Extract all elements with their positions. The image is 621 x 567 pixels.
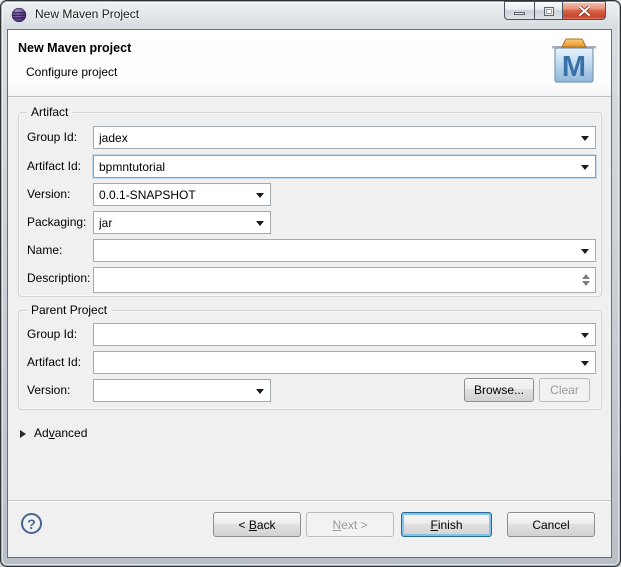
next-label-post: ext > — [341, 518, 367, 532]
parent-artifact-id-input[interactable] — [94, 352, 577, 373]
expander-collapsed-icon — [20, 430, 26, 438]
wizard-subtitle: Configure project — [26, 65, 117, 79]
advanced-label-pre: Ad — [34, 426, 49, 440]
finish-label-post: inish — [438, 518, 463, 532]
description-label: Description: — [27, 267, 90, 290]
dropdown-arrow-icon[interactable] — [581, 249, 589, 254]
dropdown-arrow-icon[interactable] — [581, 361, 589, 366]
finish-label-mnemonic: F — [430, 518, 437, 532]
maven-wizard-icon: M — [549, 35, 599, 87]
name-label: Name: — [27, 239, 62, 262]
name-input[interactable] — [94, 240, 577, 261]
artifact-id-label: Artifact Id: — [27, 155, 81, 178]
advanced-expander[interactable]: Advanced — [20, 425, 87, 441]
artifact-id-combo[interactable] — [93, 155, 596, 178]
browse-button[interactable]: Browse... — [464, 378, 534, 402]
parent-group-id-combo[interactable] — [93, 323, 596, 346]
version-combo[interactable] — [93, 183, 271, 206]
parent-artifact-id-label: Artifact Id: — [27, 351, 81, 374]
version-input[interactable] — [94, 184, 252, 205]
parent-group-id-input[interactable] — [94, 324, 577, 345]
back-button[interactable]: < Back — [213, 512, 301, 537]
parent-version-input[interactable] — [94, 380, 252, 401]
dropdown-arrow-icon[interactable] — [581, 136, 589, 141]
packaging-combo[interactable] — [93, 211, 271, 234]
footer-separator — [8, 500, 611, 501]
parent-group-id-label: Group Id: — [27, 323, 77, 346]
parent-version-label: Version: — [27, 379, 70, 402]
next-button[interactable]: Next > — [306, 512, 394, 537]
artifact-group: Artifact Group Id: Artifact Id: Version:… — [18, 112, 602, 297]
new-maven-project-dialog: New Maven Project New Maven project Conf… — [0, 0, 621, 567]
back-label: < — [238, 518, 248, 532]
parent-artifact-id-combo[interactable] — [93, 351, 596, 374]
parent-version-combo[interactable] — [93, 379, 271, 402]
clear-button[interactable]: Clear — [539, 378, 590, 402]
maximize-icon — [544, 7, 554, 16]
group-id-input[interactable] — [94, 127, 577, 148]
artifact-legend: Artifact — [27, 105, 72, 119]
caption-buttons — [504, 1, 606, 20]
description-input[interactable] — [94, 268, 577, 292]
dropdown-arrow-icon[interactable] — [256, 193, 264, 198]
scroll-down-icon[interactable] — [582, 281, 590, 286]
artifact-id-input[interactable] — [94, 156, 577, 177]
scroll-up-icon[interactable] — [582, 274, 590, 279]
help-icon: ? — [27, 516, 36, 532]
packaging-label: Packaging: — [27, 211, 86, 234]
titlebar[interactable]: New Maven Project — [0, 0, 621, 29]
back-label-post: ack — [257, 518, 276, 532]
dropdown-arrow-icon[interactable] — [581, 165, 589, 170]
version-label: Version: — [27, 183, 70, 206]
wizard-title: New Maven project — [18, 41, 131, 55]
dropdown-arrow-icon[interactable] — [256, 221, 264, 226]
dropdown-arrow-icon[interactable] — [581, 333, 589, 338]
packaging-input[interactable] — [94, 212, 252, 233]
dialog-client-area: New Maven project Configure project — [7, 29, 612, 558]
back-label-mnemonic: B — [249, 518, 257, 532]
name-combo[interactable] — [93, 239, 596, 262]
close-button[interactable] — [563, 1, 606, 20]
description-field[interactable] — [93, 267, 596, 293]
advanced-label-post: anced — [55, 426, 88, 440]
parent-project-group: Parent Project Group Id: Artifact Id: Ve… — [18, 310, 602, 410]
parent-project-legend: Parent Project — [27, 303, 111, 317]
cancel-button[interactable]: Cancel — [507, 512, 595, 537]
group-id-combo[interactable] — [93, 126, 596, 149]
wizard-header: New Maven project Configure project — [8, 30, 611, 97]
dropdown-arrow-icon[interactable] — [256, 389, 264, 394]
minimize-icon — [514, 12, 525, 15]
window-title: New Maven Project — [35, 0, 139, 29]
next-label-mnemonic: N — [332, 518, 341, 532]
eclipse-logo-icon — [11, 7, 27, 23]
finish-button[interactable]: Finish — [401, 512, 492, 537]
maven-icon-letter: M — [562, 51, 586, 83]
group-id-label: Group Id: — [27, 126, 77, 149]
help-button[interactable]: ? — [21, 513, 42, 534]
maximize-button[interactable] — [534, 1, 563, 20]
close-icon — [579, 6, 590, 16]
minimize-button[interactable] — [504, 1, 534, 20]
